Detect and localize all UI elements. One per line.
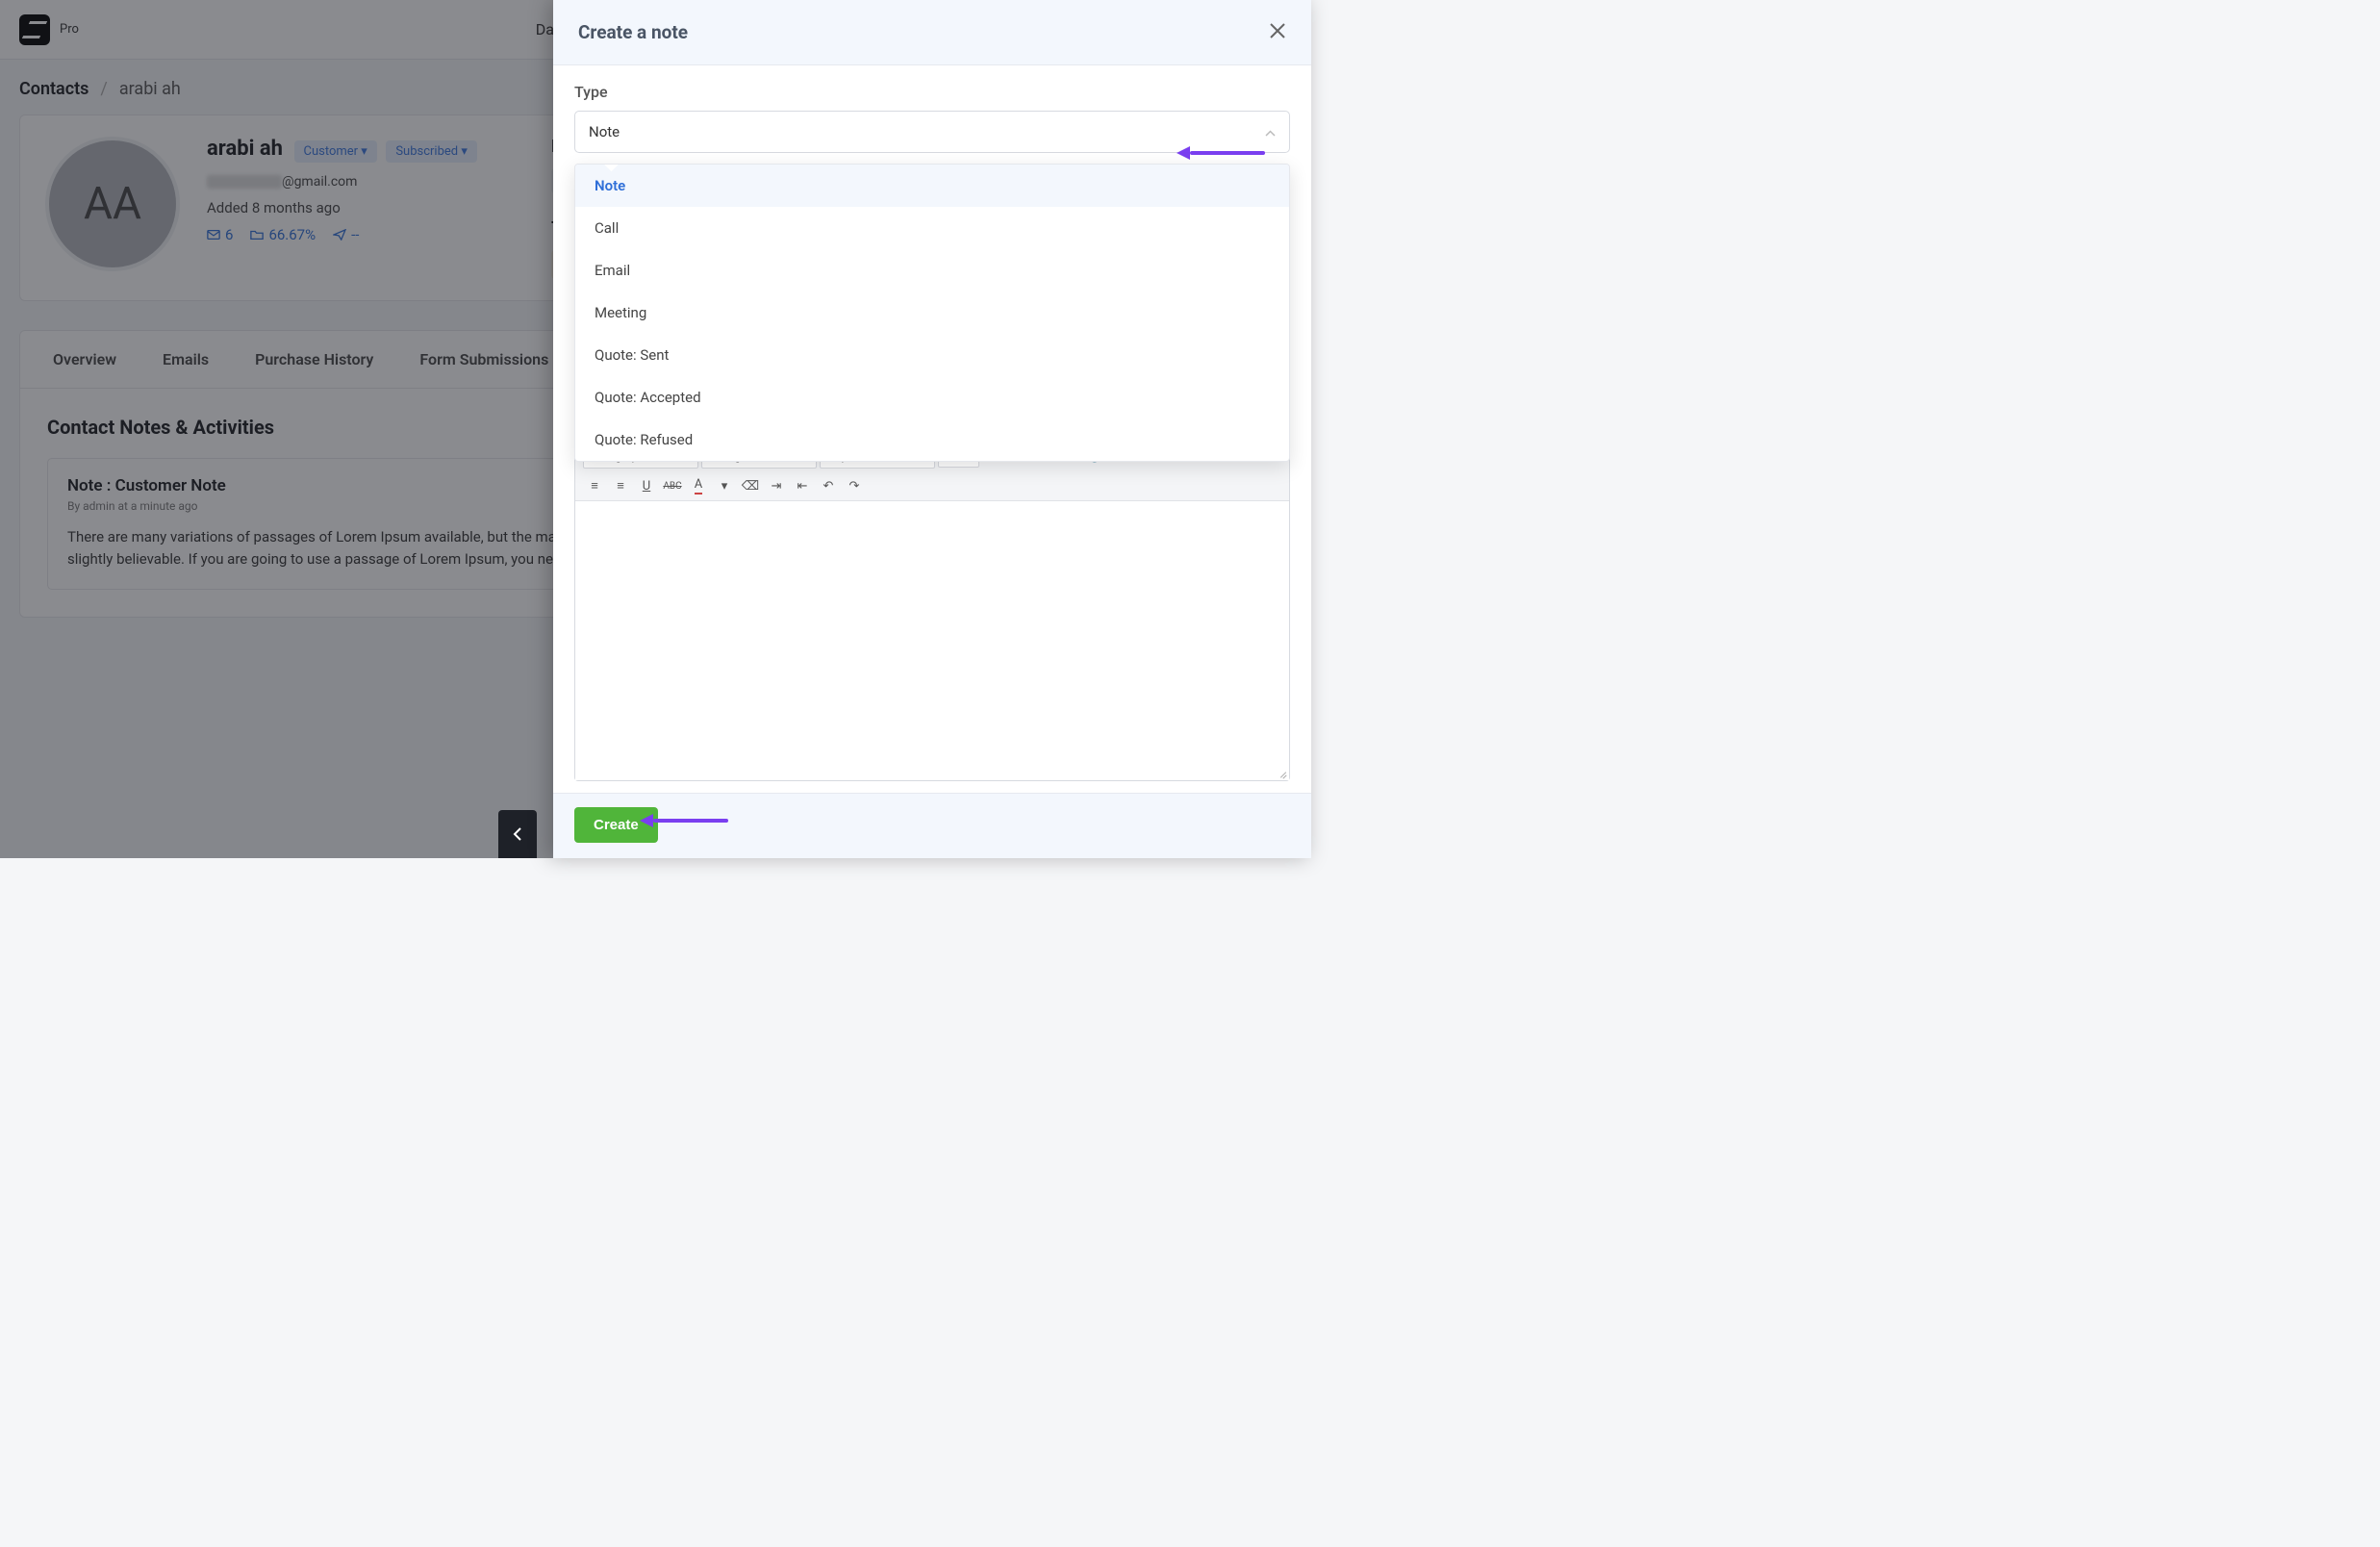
type-dropdown: Note Call Email Meeting Quote: Sent Quot… (574, 164, 1290, 462)
eraser-icon: ⌫ (742, 479, 759, 494)
editor-textarea[interactable] (575, 501, 1289, 780)
toolbar-align-left[interactable]: ≡ (583, 474, 606, 497)
drawer-footer: Create (553, 793, 1311, 858)
toolbar-color-dropdown[interactable]: ▾ (713, 474, 736, 497)
toolbar-text-color[interactable]: A (687, 474, 710, 497)
drawer-title: Create a note (578, 21, 688, 43)
toolbar-redo[interactable]: ↷ (843, 474, 866, 497)
toolbar-strikethrough[interactable]: ABC (661, 474, 684, 497)
toolbar-underline[interactable]: U (635, 474, 658, 497)
toolbar-undo[interactable]: ↶ (817, 474, 840, 497)
dropdown-option-quote-refused[interactable]: Quote: Refused (575, 418, 1289, 461)
redo-icon: ↷ (849, 479, 860, 494)
outdent-icon: ⇤ (798, 479, 808, 494)
drawer-header: Create a note (553, 0, 1311, 65)
toolbar-align-center[interactable]: ≡ (609, 474, 632, 497)
drawer-body: Type Note Note Call Email Meeting Quote:… (553, 65, 1311, 793)
type-selected-value: Note (589, 123, 620, 140)
chevron-up-icon (1265, 123, 1276, 140)
close-button[interactable] (1269, 22, 1286, 43)
dropdown-option-meeting[interactable]: Meeting (575, 292, 1289, 334)
close-icon (1269, 22, 1286, 39)
toolbar-indent[interactable]: ⇥ (765, 474, 788, 497)
type-label: Type (574, 83, 1290, 101)
underline-icon: U (643, 479, 650, 494)
align-left-icon: ≡ (591, 478, 598, 494)
dropdown-option-note[interactable]: Note (575, 165, 1289, 207)
resize-handle[interactable] (1276, 767, 1287, 778)
dropdown-option-call[interactable]: Call (575, 207, 1289, 249)
float-nav (498, 810, 537, 858)
strikethrough-icon: ABC (663, 481, 681, 492)
text-color-icon: A (695, 477, 702, 495)
create-note-drawer: Create a note Type Note Note Call Email … (553, 0, 1311, 858)
align-center-icon: ≡ (617, 478, 624, 494)
toolbar-outdent[interactable]: ⇤ (791, 474, 814, 497)
dropdown-option-quote-sent[interactable]: Quote: Sent (575, 334, 1289, 376)
dropdown-option-email[interactable]: Email (575, 249, 1289, 292)
toolbar-clear-format[interactable]: ⌫ (739, 474, 762, 497)
nav-prev-button[interactable] (498, 810, 537, 858)
dropdown-option-quote-accepted[interactable]: Quote: Accepted (575, 376, 1289, 418)
caret-down-icon: ▾ (722, 479, 728, 494)
undo-icon: ↶ (823, 479, 834, 494)
rich-text-editor: Paragraph Georgia 16px Button B I ≣ ≡ 🔗 … (574, 440, 1290, 781)
chevron-left-icon (513, 827, 522, 841)
indent-icon: ⇥ (772, 479, 782, 494)
